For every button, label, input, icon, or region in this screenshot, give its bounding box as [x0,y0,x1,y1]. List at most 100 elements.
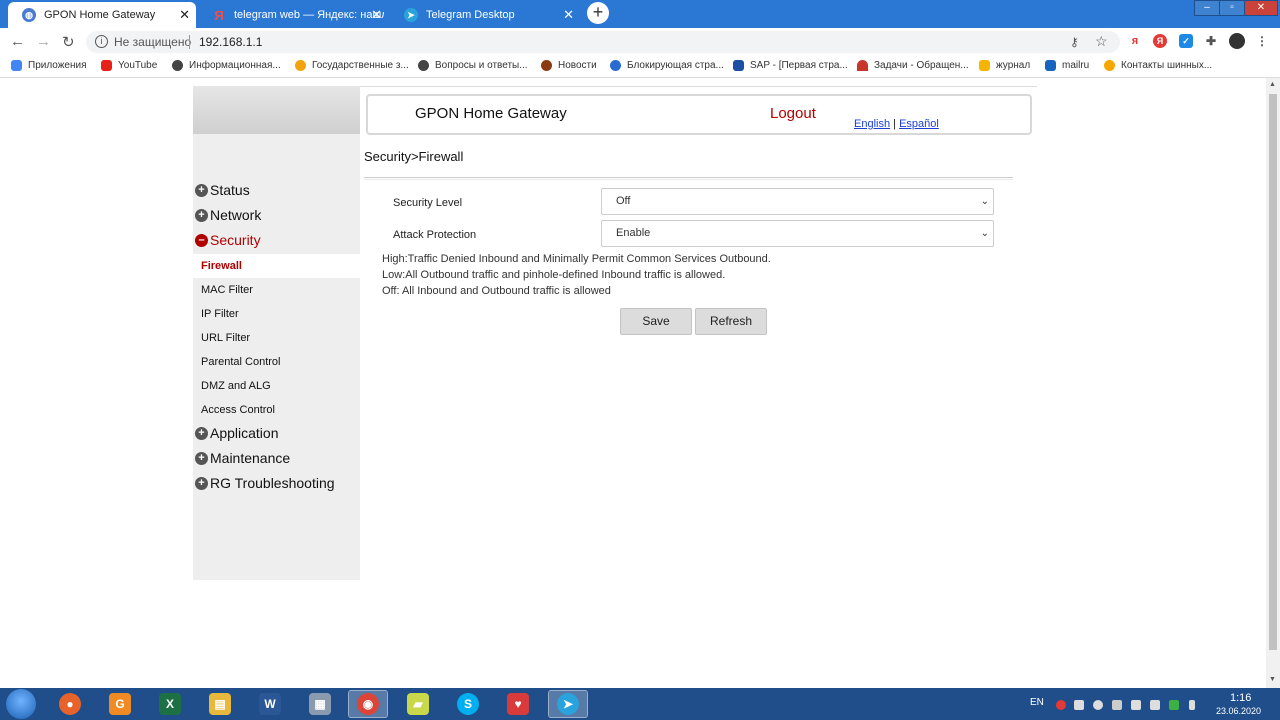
submenu-ip-filter[interactable]: IP Filter [193,302,360,326]
eye-icon [610,60,621,71]
attack-protection-select[interactable]: Enable ⌄ [601,220,994,247]
key-icon[interactable]: ⚷ [1070,35,1079,49]
bookmark-label: YouTube [118,60,158,71]
usb-icon[interactable] [1189,700,1195,710]
url-text[interactable]: 192.168.1.1 [199,35,262,49]
english-link[interactable]: English [854,118,890,130]
help-low: Low:All Outbound traffic and pinhole-def… [382,269,726,281]
taskbar-excel[interactable]: X [150,690,190,718]
bookmark-blocking[interactable]: Блокирующая стра... [610,60,724,71]
submenu-access-control[interactable]: Access Control [193,398,360,422]
taskbar-telegram[interactable]: ➤ [548,690,588,718]
bookmark-news[interactable]: Новости [541,60,597,71]
bookmark-sap[interactable]: SAP - [Первая стра... [733,60,848,71]
menu-security[interactable]: – Security [195,232,261,248]
taskbar-notes[interactable]: ▰ [398,690,438,718]
yandex-tray-icon[interactable] [1056,700,1066,710]
puzzle-icon[interactable]: ✚ [1204,34,1218,48]
minimize-button[interactable]: – [1194,0,1220,16]
bookmark-gov[interactable]: Государственные з... [295,60,409,71]
bookmark-youtube[interactable]: YouTube [101,60,157,71]
bookmark-mailru[interactable]: mailru [1045,60,1089,71]
windows-taskbar: ● G X ▤ W ▦ ◉ ▰ S ♥ ➤ EN 1:16 23.06.2020 [0,688,1280,720]
submenu-mac-filter[interactable]: MAC Filter [193,278,360,302]
menu-status[interactable]: + Status [195,182,250,198]
skype-tray-icon[interactable] [1093,700,1103,710]
bookmark-label: Блокирующая стра... [627,60,724,71]
spanish-link[interactable]: Español [899,118,939,130]
language-separator: | [893,118,896,130]
star-icon[interactable]: ☆ [1095,33,1108,50]
menu-label: RG Troubleshooting [210,475,335,491]
info-icon[interactable]: i [95,35,108,48]
omnibox[interactable]: i Не защищено 192.168.1.1 ⚷ ☆ [86,31,1120,53]
network-icon[interactable] [1112,700,1122,710]
scroll-up-icon[interactable]: ▲ [1269,81,1276,88]
security-status[interactable]: Не защищено [114,35,191,49]
refresh-button[interactable]: Refresh [695,308,767,335]
speaker-icon[interactable] [1074,700,1084,710]
taskbar-calculator[interactable]: ▦ [300,690,340,718]
submenu-url-filter[interactable]: URL Filter [193,326,360,350]
back-arrow-icon[interactable]: ← [10,33,25,50]
close-icon[interactable]: ✕ [371,7,382,23]
bookmark-label: журнал [996,60,1031,71]
help-off: Off: All Inbound and Outbound traffic is… [382,285,611,297]
maximize-button[interactable]: ▫ [1219,0,1245,16]
excel-icon: X [159,693,181,715]
avatar[interactable] [1229,33,1245,49]
close-icon[interactable]: ✕ [179,7,190,23]
flag-icon[interactable] [1150,700,1160,710]
bookmark-info[interactable]: Информационная... [172,60,281,71]
menu-label: Maintenance [210,450,291,466]
bookmark-tasks[interactable]: Задачи - Обращен... [857,60,969,71]
yandex-browser-icon[interactable]: Я [1153,34,1167,48]
calculator-icon: ▦ [309,693,331,715]
yandex-extension-icon[interactable]: я [1128,34,1142,48]
clock-time[interactable]: 1:16 [1230,692,1251,704]
submenu-dmz-alg[interactable]: DMZ and ALG [193,374,360,398]
start-button[interactable] [6,689,36,719]
menu-application[interactable]: + Application [195,425,279,441]
telegram-icon: ➤ [557,693,579,715]
menu-rg-troubleshooting[interactable]: + RG Troubleshooting [195,475,335,491]
forward-arrow-icon[interactable]: → [36,33,51,50]
tab-telegram[interactable]: ➤ Telegram Desktop ✕ [390,2,580,28]
taskbar-skype[interactable]: S [448,690,488,718]
menu-dots-icon[interactable]: ⋮ [1255,34,1269,48]
bookmark-apps[interactable]: Приложения [11,60,87,71]
close-window-button[interactable]: ✕ [1244,0,1278,16]
security-level-select[interactable]: Off ⌄ [601,188,994,215]
tab-yandex[interactable]: Я telegram web — Яндекс: нашлось ✕ [198,2,388,28]
save-button[interactable]: Save [620,308,692,335]
scroll-thumb[interactable] [1269,94,1277,650]
submenu-firewall[interactable]: Firewall [193,254,360,278]
display-icon[interactable] [1131,700,1141,710]
app-tray-icon[interactable] [1169,700,1179,710]
tab-gpon[interactable]: ◍ GPON Home Gateway ✕ [8,2,196,28]
clock-date[interactable]: 23.06.2020 [1216,706,1261,716]
taskbar-firefox[interactable]: ● [50,690,90,718]
bookmark-qa[interactable]: Вопросы и ответы... [418,60,528,71]
shield-icon[interactable]: ✓ [1179,34,1193,48]
notes-icon: ▰ [407,693,429,715]
taskbar-explorer[interactable]: ▤ [200,690,240,718]
new-tab-button[interactable]: + [587,2,609,24]
taskbar-antivirus[interactable]: ♥ [498,690,538,718]
taskbar-pdf[interactable]: G [100,690,140,718]
submenu-parental-control[interactable]: Parental Control [193,350,360,374]
expand-icon: + [195,451,208,465]
taskbar-word[interactable]: W [250,690,290,718]
page-scrollbar[interactable]: ▲ ▼ [1266,78,1280,688]
menu-maintenance[interactable]: + Maintenance [195,450,290,466]
taskbar-chrome[interactable]: ◉ [348,690,388,718]
bookmark-journal[interactable]: журнал [979,60,1030,71]
language-indicator[interactable]: EN [1030,697,1044,708]
scroll-down-icon[interactable]: ▼ [1269,676,1276,683]
skype-icon: S [457,693,479,715]
menu-network[interactable]: + Network [195,207,261,223]
reload-icon[interactable]: ↻ [62,33,75,51]
close-icon[interactable]: ✕ [563,7,574,23]
logout-link[interactable]: Logout [770,105,816,122]
bookmark-contacts[interactable]: Контакты шинных... [1104,60,1212,71]
